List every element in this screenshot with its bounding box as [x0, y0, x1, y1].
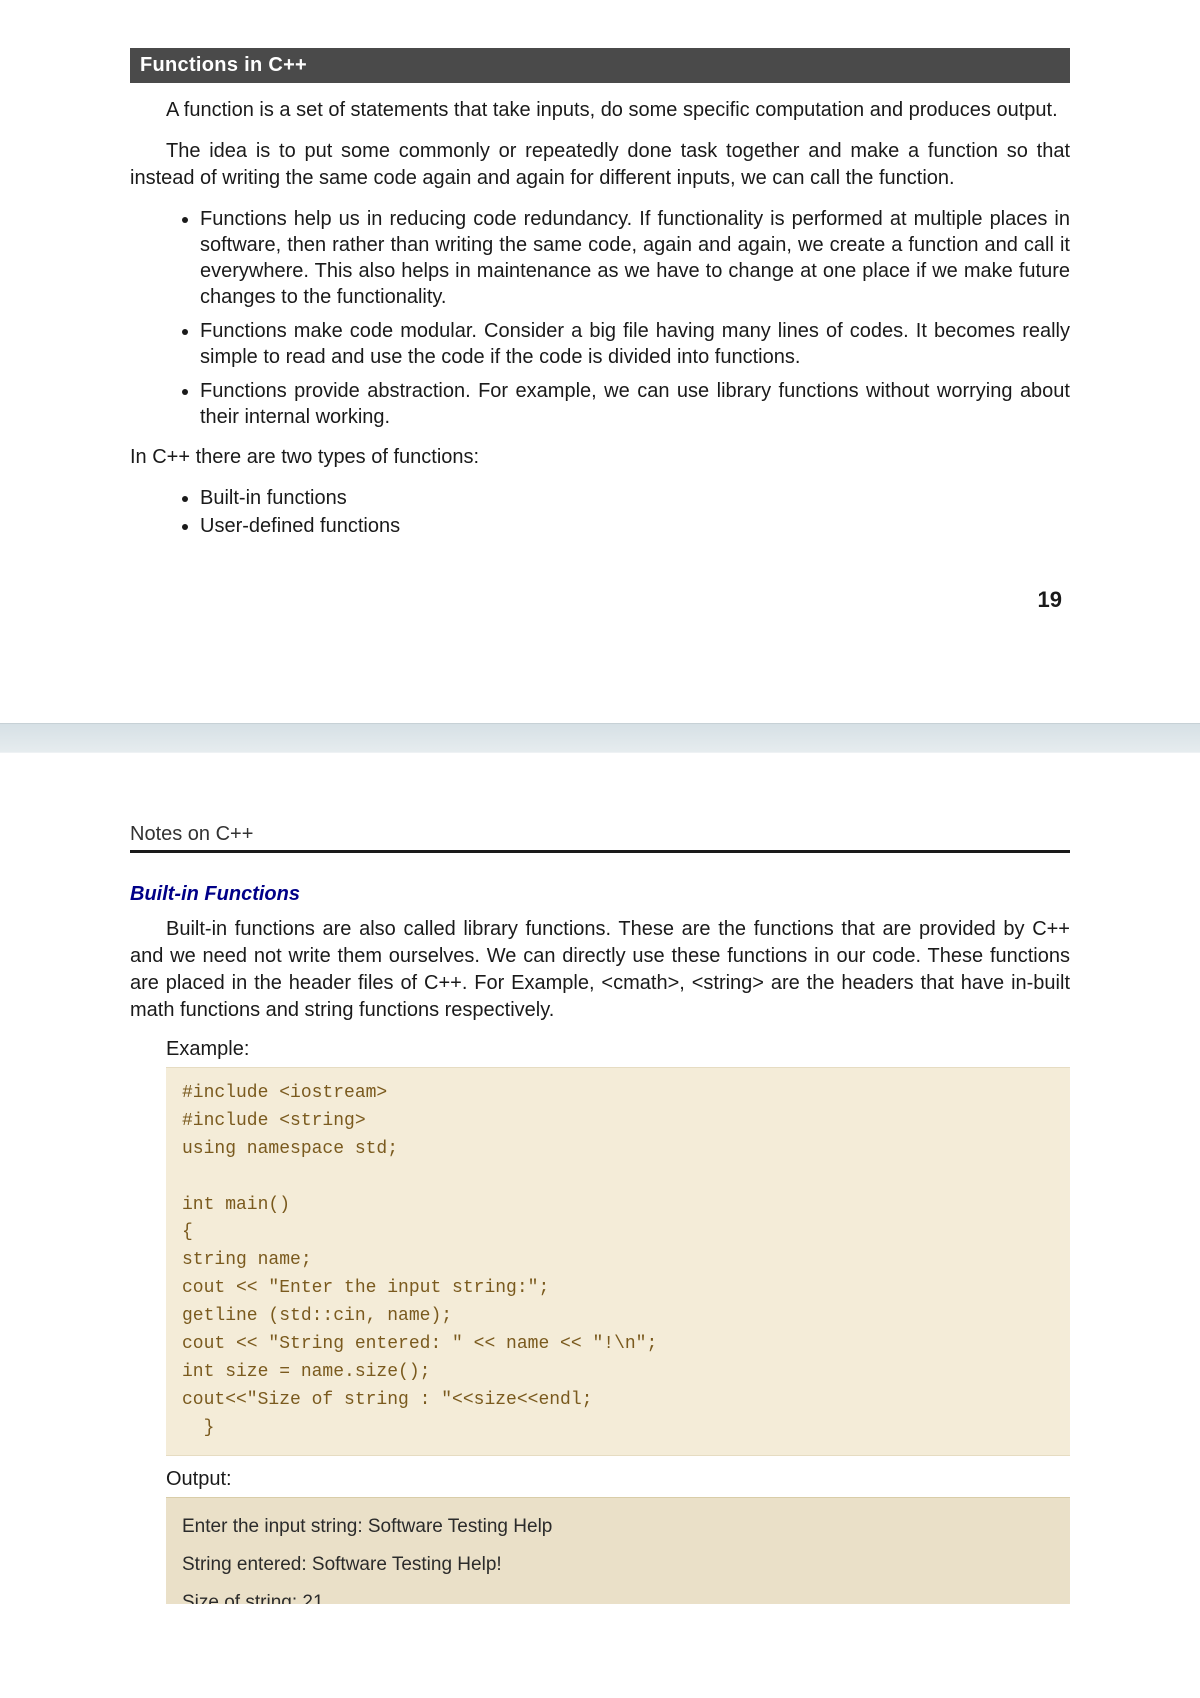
paragraph: Built-in functions are also called libra…	[130, 916, 1070, 1024]
output-line: String entered: Software Testing Help!	[182, 1546, 1054, 1584]
paragraph: A function is a set of statements that t…	[130, 97, 1070, 124]
output-label: Output:	[166, 1468, 1070, 1491]
subheading-builtin: Built-in Functions	[130, 883, 1070, 906]
page-2: Notes on C++ Built-in Functions Built-in…	[0, 753, 1200, 1614]
output-block: Enter the input string: Software Testing…	[166, 1497, 1070, 1604]
page-number: 19	[130, 587, 1070, 613]
notes-title: Notes on C++	[130, 823, 1070, 853]
bullet-list-benefits: Functions help us in reducing code redun…	[200, 206, 1070, 430]
paragraph: The idea is to put some commonly or repe…	[130, 138, 1070, 192]
list-item: User-defined functions	[200, 513, 1070, 539]
output-line: Enter the input string: Software Testing…	[182, 1508, 1054, 1546]
output-line: Size of string: 21	[182, 1584, 1054, 1604]
bullet-list-types: Built-in functions User-defined function…	[200, 485, 1070, 539]
paragraph: In C++ there are two types of functions:	[130, 444, 1070, 471]
section-header-functions: Functions in C++	[130, 48, 1070, 83]
page-1: Functions in C++ A function is a set of …	[0, 0, 1200, 653]
list-item: Functions provide abstraction. For examp…	[200, 378, 1070, 430]
list-item: Functions make code modular. Consider a …	[200, 318, 1070, 370]
list-item: Functions help us in reducing code redun…	[200, 206, 1070, 310]
list-item: Built-in functions	[200, 485, 1070, 511]
code-block: #include <iostream> #include <string> us…	[166, 1067, 1070, 1456]
example-label: Example:	[166, 1038, 1070, 1061]
page-separator	[0, 723, 1200, 753]
